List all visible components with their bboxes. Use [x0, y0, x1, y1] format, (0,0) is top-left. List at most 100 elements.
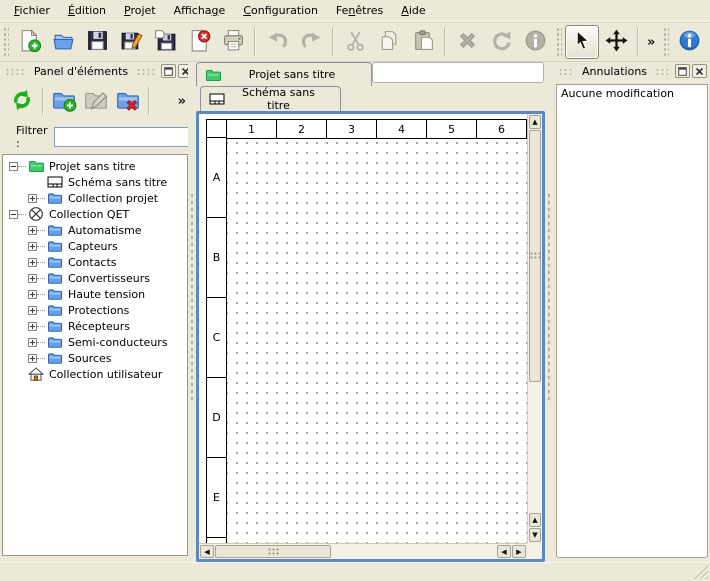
- vertical-scroll-thumb[interactable]: [529, 130, 541, 382]
- tab-project[interactable]: Projet sans titre: [196, 62, 372, 86]
- tree-item-label: Schéma sans titre: [68, 176, 167, 189]
- undo-panel-titlebar[interactable]: Annulations: [553, 62, 710, 80]
- toolbar-handle[interactable]: [556, 27, 562, 57]
- tree-expander-plus[interactable]: [28, 322, 37, 331]
- toolbar-handle[interactable]: [3, 27, 9, 57]
- rotate-button[interactable]: [484, 25, 518, 59]
- toolbar-overflow-chevron[interactable]: »: [643, 35, 659, 50]
- column-header-3: 3: [326, 119, 377, 139]
- reload-collections-icon: [9, 87, 35, 116]
- scroll-down-button[interactable]: ▼: [529, 528, 541, 542]
- scroll-right-button[interactable]: ▶: [512, 545, 526, 558]
- column-header-4: 4: [376, 119, 427, 139]
- tree-expander-plus[interactable]: [28, 258, 37, 267]
- vertical-scrollbar[interactable]: ▲ ▲ ▼: [527, 114, 542, 543]
- tree-item-automatisme[interactable]: Automatisme: [3, 222, 187, 238]
- about-qet-button[interactable]: [672, 25, 706, 59]
- redo-button[interactable]: [294, 25, 328, 59]
- tree-expander-minus[interactable]: [9, 210, 18, 219]
- print-button[interactable]: [216, 25, 250, 59]
- scroll-left-button[interactable]: ◀: [200, 545, 214, 558]
- dock-title-texture: [558, 67, 574, 76]
- rotate-icon: [489, 28, 514, 56]
- cut-button[interactable]: [338, 25, 372, 59]
- tree-item-label: Projet sans titre: [49, 160, 136, 173]
- save-button[interactable]: [80, 25, 114, 59]
- scroll-up-button-2[interactable]: ▲: [529, 513, 541, 527]
- float-undo-panel-button[interactable]: [675, 64, 690, 78]
- tree-item-label: Capteurs: [68, 240, 118, 253]
- save-all-button[interactable]: [148, 25, 182, 59]
- scroll-up-button[interactable]: ▲: [529, 115, 541, 129]
- horizontal-scroll-thumb[interactable]: [215, 545, 331, 558]
- toolbar-overflow-chevron[interactable]: »: [706, 35, 710, 50]
- copy-button[interactable]: [372, 25, 406, 59]
- tree-expander-plus[interactable]: [28, 242, 37, 251]
- undo-history-list[interactable]: Aucune modification: [556, 84, 708, 558]
- tab-diagram[interactable]: Schéma sans titre: [200, 86, 341, 111]
- tree-expander-plus[interactable]: [28, 306, 37, 315]
- menu-aide[interactable]: Aide: [392, 1, 434, 20]
- folder-icon: [47, 318, 63, 334]
- menu-affichage[interactable]: Affichage: [165, 1, 235, 20]
- tree-expander-plus[interactable]: [28, 226, 37, 235]
- menu-fichier[interactable]: Fichier: [5, 1, 59, 20]
- tree-item-sources[interactable]: Sources: [3, 350, 187, 366]
- tree-item-capteurs[interactable]: Capteurs: [3, 238, 187, 254]
- close-file-button[interactable]: [182, 25, 216, 59]
- menu-configuration[interactable]: Configuration: [234, 1, 327, 20]
- undo-history-entry[interactable]: Aucune modification: [557, 85, 707, 102]
- move-view-button[interactable]: [599, 25, 633, 59]
- tree-item-sch-ma-sans-titre[interactable]: Schéma sans titre: [3, 174, 187, 190]
- tree-item-convertisseurs[interactable]: Convertisseurs: [3, 270, 187, 286]
- close-undo-panel-button[interactable]: [692, 64, 707, 78]
- tree-item-r-cepteurs[interactable]: Récepteurs: [3, 318, 187, 334]
- elements-panel: Panel d'éléments » Filtrer : Projet sans…: [0, 62, 196, 562]
- tree-item-collection-qet[interactable]: Collection QET: [3, 206, 187, 222]
- elements-panel-titlebar[interactable]: Panel d'éléments: [0, 62, 196, 80]
- tree-item-haute-tension[interactable]: Haute tension: [3, 286, 187, 302]
- resize-grip[interactable]: [694, 565, 708, 579]
- tree-item-collection-utilisateur[interactable]: Collection utilisateur: [3, 366, 187, 382]
- save-as-button[interactable]: [114, 25, 148, 59]
- folder-icon: [47, 190, 63, 206]
- tree-expander-plus[interactable]: [28, 338, 37, 347]
- tree-expander-plus[interactable]: [28, 274, 37, 283]
- element-info-button[interactable]: [518, 25, 552, 59]
- status-bar: [0, 562, 710, 581]
- tree-expander-plus[interactable]: [28, 354, 37, 363]
- toolbar-handle[interactable]: [663, 27, 669, 57]
- new-document-button[interactable]: [12, 25, 46, 59]
- float-panel-button[interactable]: [161, 64, 176, 78]
- folder-icon: [47, 350, 63, 366]
- scroll-left-button-2[interactable]: ◀: [497, 545, 511, 558]
- tree-expander-plus[interactable]: [28, 290, 37, 299]
- select-pointer-button[interactable]: [565, 25, 599, 59]
- left-splitter[interactable]: [188, 62, 196, 562]
- filter-input[interactable]: [54, 127, 207, 147]
- tree-item-collection-projet[interactable]: Collection projet: [3, 190, 187, 206]
- open-project-button[interactable]: [46, 25, 80, 59]
- tree-expander-plus[interactable]: [28, 194, 37, 203]
- new-category-button[interactable]: [48, 85, 80, 117]
- right-splitter[interactable]: [545, 62, 553, 562]
- edit-category-button[interactable]: [80, 85, 112, 117]
- delete-button[interactable]: [450, 25, 484, 59]
- folder-icon: [47, 302, 63, 318]
- project-icon: [28, 158, 44, 174]
- delete-category-button[interactable]: [112, 85, 144, 117]
- tree-item-semi-conducteurs[interactable]: Semi-conducteurs: [3, 334, 187, 350]
- undo-button[interactable]: [260, 25, 294, 59]
- tree-expander-minus[interactable]: [9, 162, 18, 171]
- menu-edition[interactable]: Édition: [59, 1, 115, 20]
- tree-item-contacts[interactable]: Contacts: [3, 254, 187, 270]
- elements-tree: Projet sans titreSchéma sans titreCollec…: [2, 154, 188, 556]
- menu-projet[interactable]: Projet: [115, 1, 165, 20]
- horizontal-scrollbar[interactable]: ◀ ◀ ▶: [199, 543, 527, 559]
- paste-button[interactable]: [406, 25, 440, 59]
- menu-fenetres[interactable]: Fenêtres: [327, 1, 392, 20]
- tree-item-projet-sans-titre[interactable]: Projet sans titre: [3, 158, 187, 174]
- reload-collections-button[interactable]: [6, 85, 38, 117]
- diagram-canvas[interactable]: 123456 ABCDE: [199, 114, 527, 543]
- tree-item-protections[interactable]: Protections: [3, 302, 187, 318]
